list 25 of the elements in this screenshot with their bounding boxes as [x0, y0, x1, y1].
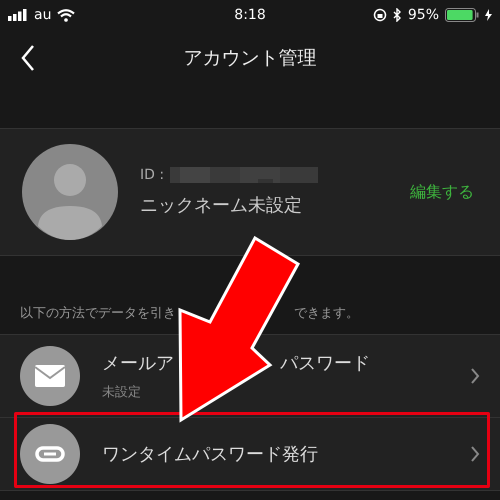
- link-icon: [20, 424, 80, 484]
- bluetooth-icon: [392, 8, 402, 22]
- chevron-icon: [470, 368, 480, 384]
- mail-icon: [20, 346, 80, 406]
- battery-percent: 95%: [408, 7, 440, 23]
- note-text: できます。: [294, 305, 359, 322]
- back-icon[interactable]: [20, 44, 36, 72]
- page-title: アカウント管理: [184, 46, 316, 71]
- battery-icon: [445, 8, 480, 22]
- nickname: ニックネーム未設定: [140, 194, 303, 217]
- rotation-lock-icon: [372, 8, 387, 22]
- edit-button[interactable]: 編集する: [406, 178, 478, 206]
- method-title: メールア: [102, 352, 174, 375]
- id-label: ID :: [140, 167, 164, 183]
- method-status: 未設定: [102, 384, 142, 401]
- wifi-icon: [57, 8, 76, 22]
- charging-icon: [485, 9, 492, 21]
- avatar-icon: [22, 144, 118, 240]
- carrier-name: au: [34, 7, 52, 23]
- clock-time: 8:18: [234, 7, 266, 23]
- method-title: パスワード: [280, 352, 370, 375]
- signal-icon: [8, 9, 28, 21]
- note-text: 以下の方法でデータを引き: [20, 305, 176, 322]
- chevron-icon: [470, 446, 480, 462]
- method-title: ワンタイムパスワード発行: [102, 443, 318, 466]
